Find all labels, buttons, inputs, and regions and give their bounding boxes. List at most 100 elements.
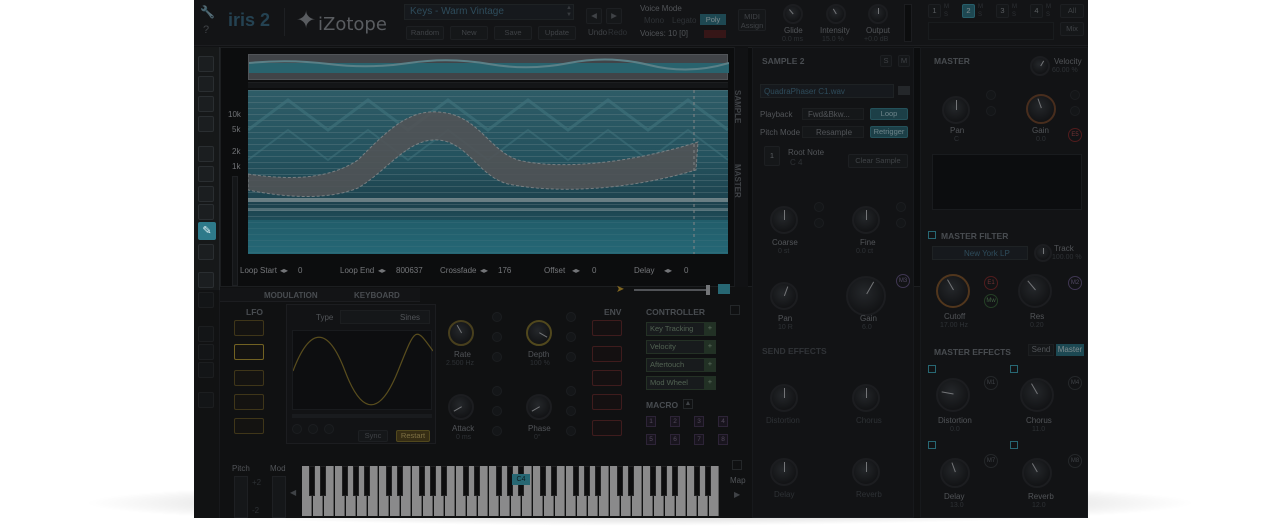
lfo-mod-dot-1[interactable] [492, 312, 502, 322]
black-key[interactable] [386, 466, 392, 496]
loop-start-arrows-icon[interactable]: ◂▸ [280, 266, 288, 275]
env-2-button[interactable] [592, 346, 622, 362]
mix-button[interactable]: Mix [1060, 22, 1084, 36]
fine-mod-slot-2[interactable] [896, 218, 906, 228]
macro-6[interactable]: 6 [670, 434, 680, 445]
lfo-mod-dot-9[interactable] [492, 426, 502, 436]
help-icon[interactable]: ? [203, 24, 209, 36]
sample-m3-badge[interactable]: M3 [896, 274, 910, 288]
lfo-mod-dot-3[interactable] [492, 352, 502, 362]
cutoff-knob[interactable] [936, 274, 970, 308]
slot-3-m[interactable]: M [1012, 4, 1017, 10]
offset-value[interactable]: 0 [592, 266, 596, 275]
env-4-button[interactable] [592, 394, 622, 410]
lfo-waveform-display[interactable] [292, 330, 434, 410]
slot-faders[interactable] [928, 22, 1054, 40]
aftertouch-add-icon[interactable]: + [704, 358, 716, 372]
delay-arrows-icon[interactable]: ◂▸ [664, 266, 672, 275]
slot-2-m[interactable]: M [978, 4, 983, 10]
fine-mod-slot-1[interactable] [896, 202, 906, 212]
crop-tool-icon[interactable] [198, 292, 214, 308]
keyboard-collapse-icon[interactable] [732, 460, 742, 470]
retrigger-button[interactable]: Retrigger [870, 126, 908, 138]
voice-mode-mono[interactable]: Mono [644, 16, 664, 25]
lfo-depth-knob[interactable] [526, 320, 552, 346]
black-key[interactable] [474, 466, 480, 496]
key-tracking-add-icon[interactable]: + [704, 322, 716, 336]
slot-1-button[interactable]: 1 [928, 4, 941, 18]
macro-add-icon[interactable]: ▲ [683, 399, 693, 409]
black-key[interactable] [540, 466, 546, 496]
slot-4-button[interactable]: 4 [1030, 4, 1043, 18]
pitch-range-down[interactable]: -2 [252, 506, 259, 515]
lfo-position-slider[interactable] [292, 414, 432, 418]
velocity-button[interactable]: Velocity + [646, 340, 716, 354]
zoom-slider[interactable] [634, 289, 710, 291]
black-key[interactable] [353, 466, 359, 496]
black-key[interactable] [573, 466, 579, 496]
lfo-2-button[interactable] [234, 344, 264, 360]
brush-tool-icon[interactable] [198, 96, 214, 112]
sample-pan-knob[interactable] [770, 282, 798, 310]
key-tracking-button[interactable]: Key Tracking + [646, 322, 716, 336]
lfo-mod-dot-12[interactable] [566, 426, 576, 436]
lfo-restart-button[interactable]: Restart [396, 430, 430, 442]
crossfade-value[interactable]: 176 [498, 266, 511, 275]
master-distortion-knob[interactable] [936, 378, 970, 412]
pitch-range-up[interactable]: +2 [252, 478, 261, 487]
lfo-mod-dot-5[interactable] [566, 332, 576, 342]
black-key[interactable] [661, 466, 667, 496]
master-vertical-tab[interactable]: MASTER [733, 164, 742, 198]
lfo-3-button[interactable] [234, 370, 264, 386]
modulation-tab[interactable]: MODULATION [264, 291, 318, 300]
grid-tool-icon[interactable] [198, 326, 214, 342]
glide-knob[interactable] [783, 4, 803, 24]
env-5-button[interactable] [592, 420, 622, 436]
black-key[interactable] [342, 466, 348, 496]
lfo-option-2[interactable] [308, 424, 318, 434]
macro-4[interactable]: 4 [718, 416, 728, 427]
lfo-option-3[interactable] [324, 424, 334, 434]
lfo-option-1[interactable] [292, 424, 302, 434]
slot-3-s[interactable]: S [1012, 12, 1016, 18]
lfo-mod-dot-8[interactable] [492, 406, 502, 416]
all-button[interactable]: All [1060, 4, 1084, 18]
vertical-zoom-slider[interactable] [232, 176, 238, 286]
master-gain-knob[interactable] [1026, 94, 1056, 124]
eraser-tool-icon[interactable] [198, 116, 214, 132]
master-delay-knob[interactable] [940, 458, 970, 488]
macro-3[interactable]: 3 [694, 416, 704, 427]
black-key[interactable] [320, 466, 326, 496]
filter-enable-checkbox[interactable] [928, 231, 936, 239]
slot-2-button[interactable]: 2 [962, 4, 975, 18]
lfo-mod-dot-6[interactable] [566, 352, 576, 362]
lfo-attack-knob[interactable] [448, 394, 474, 420]
lfo-rate-knob[interactable] [448, 320, 474, 346]
controller-collapse-icon[interactable] [730, 305, 740, 315]
lfo-4-button[interactable] [234, 394, 264, 410]
root-note-stepper[interactable]: 1 [764, 146, 780, 166]
random-button[interactable]: Random [406, 26, 444, 40]
next-preset-icon[interactable]: ▶ [606, 8, 622, 24]
coarse-mod-slot-1[interactable] [814, 202, 824, 212]
output-knob[interactable] [868, 4, 888, 24]
redo-button[interactable]: Redo [608, 28, 627, 37]
black-key[interactable] [364, 466, 370, 496]
loop-end-arrows-icon[interactable]: ◂▸ [378, 266, 386, 275]
master-chorus-knob[interactable] [1020, 378, 1054, 412]
coarse-knob[interactable] [770, 206, 798, 234]
keyboard-left-arrow-icon[interactable]: ◀ [290, 488, 296, 497]
play-tool-icon[interactable] [198, 392, 214, 408]
macro-1[interactable]: 1 [646, 416, 656, 427]
master-reverb-knob[interactable] [1022, 458, 1052, 488]
lfo-phase-knob[interactable] [526, 394, 552, 420]
view-toggle-icon[interactable] [718, 284, 730, 294]
select-tool-icon[interactable] [198, 56, 214, 72]
pencil-tool-icon[interactable] [198, 244, 214, 260]
lfo-mod-dot-11[interactable] [566, 406, 576, 416]
lfo-sync-button[interactable]: Sync [358, 430, 388, 442]
zoom-arrow-icon[interactable]: ➤ [616, 284, 624, 295]
overview-scroll[interactable] [248, 82, 728, 88]
send-tab[interactable]: Send [1028, 344, 1054, 356]
reverb-m8-badge[interactable]: M8 [1068, 454, 1082, 468]
